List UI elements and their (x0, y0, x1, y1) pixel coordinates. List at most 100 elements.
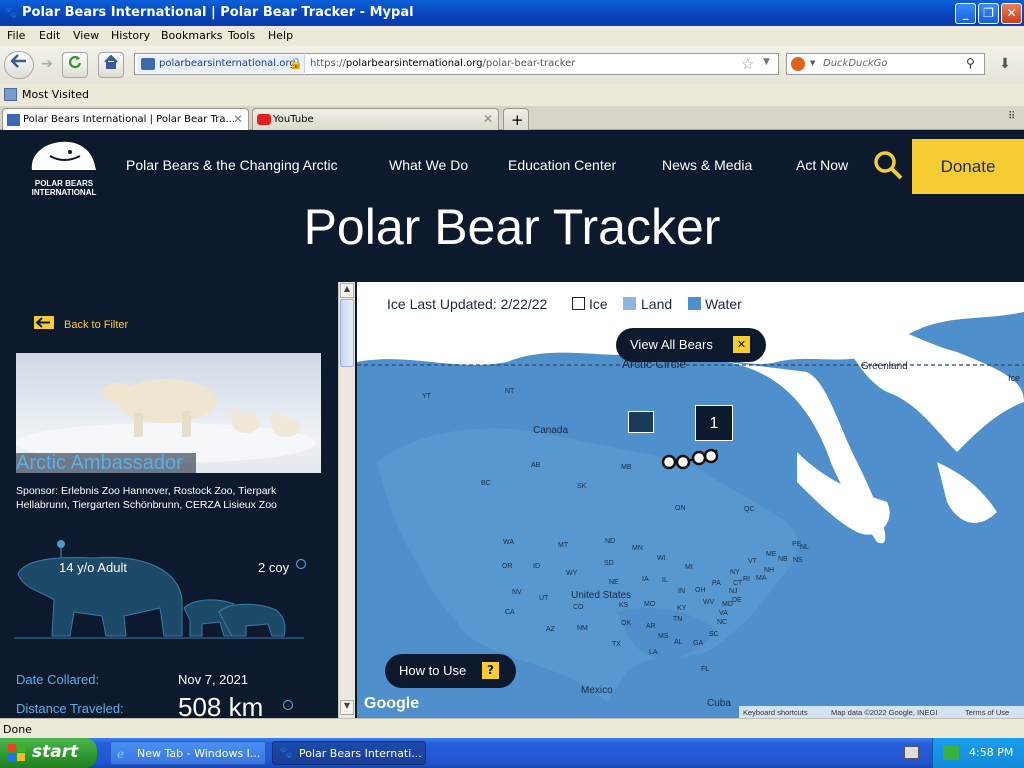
label-ns: NS (793, 557, 803, 564)
menu-view[interactable]: View (73, 29, 99, 42)
label-az: AZ (546, 626, 555, 633)
back-arrow-icon[interactable] (34, 316, 54, 329)
bear-cluster-marker[interactable]: 1 (695, 405, 733, 441)
label-ab: AB (531, 462, 541, 469)
pbi-logo[interactable]: POLAR BEARS INTERNATIONAL (24, 136, 104, 198)
engine-dropdown-icon[interactable]: ▼ (810, 59, 815, 67)
terms-of-use-link[interactable]: Terms of Use (965, 708, 1009, 717)
forward-button[interactable]: ➔ (34, 52, 60, 78)
tab-close-icon[interactable]: ✕ (233, 112, 243, 126)
date-collared-value: Nov 7, 2021 (178, 672, 249, 687)
title-bar: 🐾 Polar Bears International | Polar Bear… (0, 0, 1024, 26)
label-ne: NE (609, 579, 619, 586)
menu-help[interactable]: Help (268, 29, 293, 42)
sidebar-scrollbar[interactable]: ▲ ▼ (338, 282, 355, 718)
nav-news-media[interactable]: News & Media (662, 157, 752, 173)
label-mn: MN (632, 545, 643, 552)
nav-what-we-do[interactable]: What We Do (389, 157, 468, 173)
new-tab-button[interactable]: + (503, 108, 529, 130)
most-visited-bookmark[interactable]: Most Visited (22, 88, 89, 101)
tracker-map[interactable]: Ice Last Updated: 2/22/22 Ice Land Water… (357, 282, 1024, 718)
start-button[interactable]: start (0, 738, 97, 768)
legend-land-swatch (623, 297, 636, 310)
close-button[interactable]: ✕ (1001, 3, 1022, 24)
downloads-button[interactable]: ⬇ (992, 52, 1018, 78)
how-to-use-button[interactable]: How to Use ? (385, 654, 516, 688)
label-la: LA (649, 649, 658, 656)
label-sk: SK (577, 483, 587, 490)
clock[interactable]: 4:58 PM (969, 746, 1013, 759)
url-bar[interactable]: polarbearsinternational.org 🔒 https://po… (134, 53, 779, 75)
label-or: OR (502, 563, 513, 570)
menu-file[interactable]: File (7, 29, 25, 42)
task-new-tab[interactable]: ℯ New Tab - Windows I... (110, 741, 266, 765)
reload-icon (68, 56, 82, 69)
reload-button[interactable] (62, 52, 88, 78)
label-ks: KS (619, 602, 629, 609)
label-wy: WY (566, 570, 578, 577)
tab-close-icon[interactable]: ✕ (483, 112, 493, 126)
pbi-favicon-icon (7, 114, 20, 126)
menu-edit[interactable]: Edit (39, 29, 60, 42)
label-oh: OH (695, 587, 706, 594)
minimize-button[interactable]: _ (955, 3, 976, 24)
home-button[interactable] (98, 52, 124, 78)
scroll-up-icon[interactable]: ▲ (340, 283, 354, 298)
label-pe: PE (792, 541, 802, 548)
bookmark-star-icon[interactable]: ☆ (741, 55, 754, 73)
status-text: Done (3, 723, 32, 736)
tab-list-icon[interactable]: ⠿ (1008, 111, 1015, 122)
label-ia: IA (642, 576, 649, 583)
donate-button[interactable]: Donate (912, 139, 1024, 194)
label-tx: TX (612, 641, 621, 648)
back-to-filter-link[interactable]: Back to Filter (64, 319, 128, 331)
map-data-text: Map data ©2022 Google, INEGI (831, 708, 938, 717)
search-icon[interactable]: ⚲ (966, 56, 975, 70)
label-in: IN (678, 588, 685, 595)
url-text: https://polarbearsinternational.org/pola… (310, 58, 576, 69)
keyboard-icon[interactable] (904, 746, 919, 759)
tab-label: YouTube (273, 114, 314, 125)
windows-logo-icon (8, 744, 26, 762)
info-icon[interactable] (296, 559, 306, 569)
site-search-icon[interactable] (873, 150, 903, 180)
bookmarks-bar: Most Visited (0, 84, 1024, 106)
scroll-down-icon[interactable]: ▼ (340, 700, 354, 715)
keyboard-shortcuts-link[interactable]: Keyboard shortcuts (743, 708, 808, 717)
scroll-thumb[interactable] (340, 299, 354, 367)
nav-changing-arctic[interactable]: Polar Bears & the Changing Arctic (126, 157, 338, 173)
den-marker-icon[interactable] (628, 411, 654, 433)
nav-education-center[interactable]: Education Center (508, 157, 616, 173)
label-nv: NV (512, 589, 522, 596)
legend-ice-label: Ice (589, 296, 608, 312)
label-nd: ND (605, 538, 616, 545)
site-identity[interactable]: polarbearsinternational.org 🔒 (137, 55, 305, 73)
maximize-button[interactable]: ❐ (978, 3, 999, 24)
browser-icon: 🐾 (4, 6, 18, 19)
tab-polar-bear-tracker[interactable]: Polar Bears International | Polar Bear T… (2, 108, 249, 130)
polar-bear-logo-icon (31, 141, 96, 170)
back-button[interactable] (4, 51, 34, 79)
info-icon[interactable] (283, 700, 293, 710)
task-polar-bears[interactable]: 🐾 Polar Bears Internati... (272, 741, 426, 765)
url-dropdown-icon[interactable]: ▼ (763, 57, 770, 67)
menu-tools[interactable]: Tools (228, 29, 255, 42)
label-mo: MO (644, 601, 656, 608)
tab-youtube[interactable]: YouTube ✕ (252, 108, 499, 130)
label-greenland: Greenland (861, 361, 908, 372)
bear-track-path (661, 448, 719, 470)
google-logo[interactable]: Google (364, 695, 419, 713)
view-all-bears-label: View All Bears (630, 337, 713, 352)
nav-act-now[interactable]: Act Now (796, 157, 848, 173)
search-box[interactable]: ▼ DuckDuckGo ⚲ (786, 53, 985, 75)
help-icon: ? (482, 662, 499, 679)
label-sd: SD (604, 560, 614, 567)
menu-bookmarks[interactable]: Bookmarks (161, 29, 222, 42)
close-icon[interactable]: ✕ (733, 336, 750, 353)
label-ga: GA (693, 640, 704, 647)
label-bc: BC (481, 480, 491, 487)
duckduckgo-icon[interactable] (791, 57, 805, 71)
window-title: Polar Bears International | Polar Bear T… (22, 5, 414, 20)
network-icon[interactable] (943, 745, 959, 760)
menu-history[interactable]: History (111, 29, 150, 42)
